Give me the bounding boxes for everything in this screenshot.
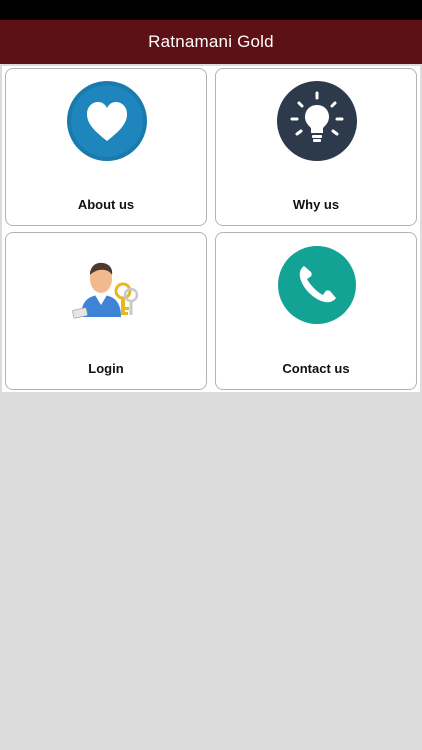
tile-contact-us[interactable]: Contact us bbox=[215, 232, 417, 390]
lightbulb-icon bbox=[277, 81, 357, 161]
page-title: Ratnamani Gold bbox=[148, 32, 274, 51]
tile-login[interactable]: Login bbox=[5, 232, 207, 390]
heart-icon bbox=[67, 81, 147, 161]
phone-icon bbox=[277, 245, 357, 325]
tile-why-us[interactable]: Why us bbox=[215, 68, 417, 226]
tile-label: Contact us bbox=[282, 361, 350, 376]
tile-label: Login bbox=[88, 361, 124, 376]
status-bar bbox=[0, 0, 422, 20]
nav-bar: Ratnamani Gold bbox=[0, 20, 422, 64]
user-key-icon bbox=[67, 245, 147, 325]
tile-about-us[interactable]: About us bbox=[5, 68, 207, 226]
tile-label: Why us bbox=[292, 197, 340, 212]
menu-grid: About us Why us Login Contact us bbox=[2, 66, 420, 392]
tile-label: About us bbox=[77, 197, 135, 212]
